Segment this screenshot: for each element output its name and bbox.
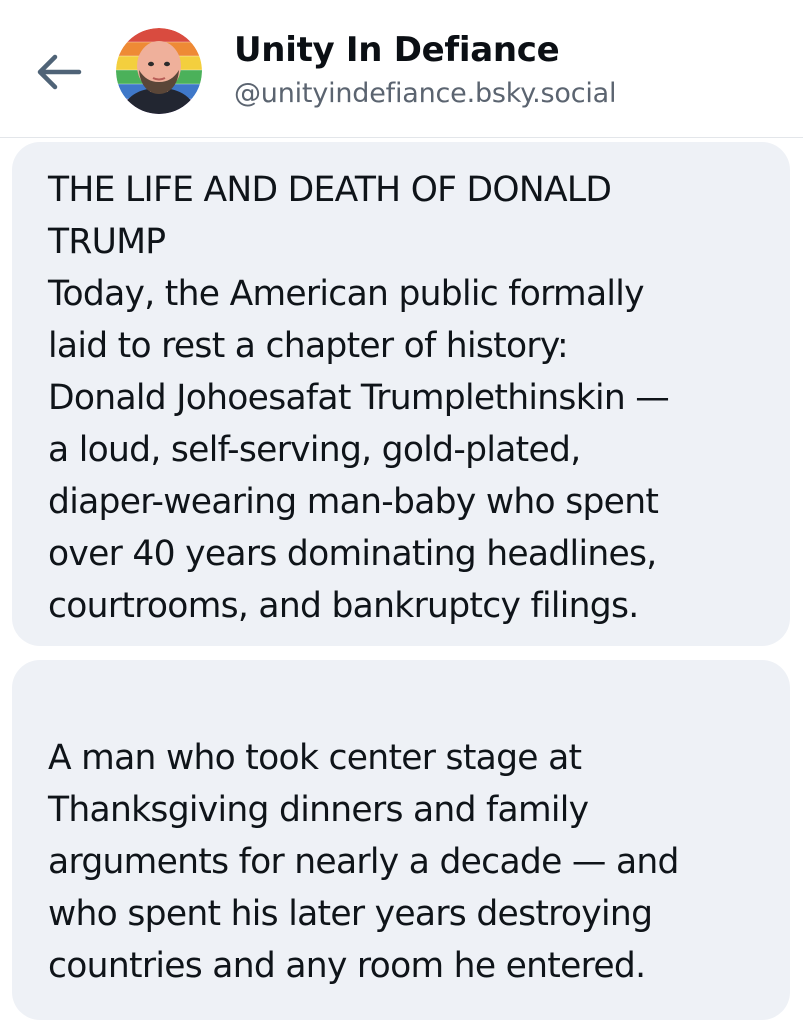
post-line: Donald Johoesafat Trumplethinskin — [48,378,670,418]
post-line: countries and any room he entered. [48,946,646,986]
arrow-left-icon [37,54,82,90]
post-text-card: A man who took center stage at Thanksgiv… [12,660,790,1020]
post-line: courtrooms, and bankruptcy filings. [48,586,639,626]
back-button[interactable] [28,42,88,102]
post-line: laid to rest a chapter of history: [48,326,569,366]
post-line: THE LIFE AND DEATH OF DONALD [48,170,612,210]
post-line: who spent his later years destroying [48,894,653,934]
display-name[interactable]: Unity In Defiance [234,30,560,70]
profile-handle[interactable]: @unityindefiance.bsky.social [234,78,617,109]
post-line: diaper-wearing man-baby who spent [48,482,659,522]
post-line: TRUMP [48,222,166,262]
post-line: A man who took center stage at [48,738,582,778]
avatar[interactable] [116,28,202,114]
post-line: arguments for nearly a decade — and [48,842,679,882]
post-line: Thanksgiving dinners and family [48,790,589,830]
post-line: over 40 years dominating headlines, [48,534,657,574]
profile-header: Unity In Defiance @unityindefiance.bsky.… [0,0,803,138]
post-line: Today, the American public formally [48,274,645,314]
post-text-card: THE LIFE AND DEATH OF DONALD TRUMP Today… [12,142,790,646]
post-line: a loud, self-serving, gold-plated, [48,430,581,470]
